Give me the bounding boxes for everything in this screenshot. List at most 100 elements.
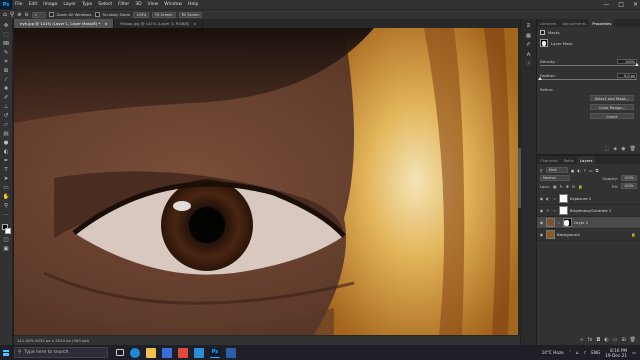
- density-field[interactable]: 100%: [617, 59, 637, 64]
- layer-mask-thumbnail[interactable]: [559, 194, 568, 203]
- background-color-swatch[interactable]: [4, 228, 11, 234]
- menu-file[interactable]: File: [12, 2, 26, 7]
- lasso-tool-icon[interactable]: ↂ: [2, 41, 10, 49]
- quick-select-tool-icon[interactable]: ✎: [2, 50, 10, 58]
- menu-edit[interactable]: Edit: [26, 2, 41, 7]
- brush-panel-icon[interactable]: ✐: [525, 42, 533, 50]
- fill-field[interactable]: 100%: [621, 183, 637, 189]
- density-slider-knob[interactable]: [635, 63, 639, 66]
- chain-link-icon[interactable]: ∞: [553, 208, 557, 213]
- layer-mask-thumbnail[interactable]: [540, 39, 548, 47]
- brush-tool-icon[interactable]: ✐: [2, 95, 10, 103]
- visibility-eye-icon[interactable]: ◉: [539, 196, 544, 201]
- chain-link-icon[interactable]: ∞: [553, 196, 557, 201]
- menu-filter[interactable]: Filter: [115, 2, 132, 7]
- tab-libraries[interactable]: Libraries: [537, 19, 559, 27]
- eyedropper-tool-icon[interactable]: ⁄: [2, 77, 10, 85]
- menu-image[interactable]: Image: [40, 2, 60, 7]
- menu-window[interactable]: Window: [161, 2, 185, 7]
- tab-channels[interactable]: Channels: [537, 156, 561, 164]
- marquee-tool-icon[interactable]: ⬚: [2, 32, 10, 40]
- home-icon[interactable]: ⌂: [3, 11, 7, 18]
- layer-row-background[interactable]: ◉ Background 🔒: [537, 229, 640, 241]
- layer-mask-thumbnail[interactable]: [559, 206, 568, 215]
- healing-brush-tool-icon[interactable]: ✚: [2, 86, 10, 94]
- lock-paint-icon[interactable]: ✎: [560, 184, 563, 189]
- tab-close-icon[interactable]: ×: [104, 21, 107, 26]
- visibility-eye-icon[interactable]: ◉: [539, 232, 544, 237]
- apply-mask-icon[interactable]: ◈: [613, 146, 617, 152]
- zoom-tool-icon[interactable]: ⚲: [10, 11, 14, 18]
- task-view-icon[interactable]: [116, 349, 124, 356]
- brush-size-field[interactable]: 2: [31, 11, 46, 18]
- scrubby-zoom-checkbox[interactable]: [94, 12, 100, 17]
- maximize-button[interactable]: □: [618, 1, 624, 8]
- visibility-eye-icon[interactable]: ◉: [539, 220, 544, 225]
- layer-mask-thumbnail[interactable]: [563, 218, 572, 227]
- menu-type[interactable]: Type: [79, 2, 95, 7]
- tray-overflow-icon[interactable]: ˄: [569, 350, 571, 355]
- document-canvas[interactable]: [14, 28, 518, 335]
- crop-tool-icon[interactable]: ⌗: [2, 59, 10, 67]
- zoom-all-windows-checkbox[interactable]: [48, 12, 54, 17]
- tab-second-document[interactable]: Mskop.jpg @ 141% (Layer 1, RGB/8) ×: [114, 19, 204, 28]
- delete-mask-icon[interactable]: 🗑: [630, 146, 636, 152]
- info-panel-icon[interactable]: ⓘ: [525, 61, 533, 69]
- taskbar-search[interactable]: ⚲ Type here to search: [14, 347, 108, 358]
- move-tool-icon[interactable]: ✥: [2, 23, 10, 31]
- color-swatches[interactable]: [1, 224, 12, 235]
- swatches-panel-icon[interactable]: ▦: [525, 33, 533, 41]
- type-tool-icon[interactable]: T: [2, 167, 10, 175]
- layer-row-exposure[interactable]: ◉ ◐ ∞ Exposure 1: [537, 193, 640, 205]
- layer-thumbnail[interactable]: [546, 230, 555, 239]
- menu-select[interactable]: Select: [95, 2, 115, 7]
- clock[interactable]: 8:16 PM 19-Dec-21: [605, 348, 627, 358]
- screen-mode-icon[interactable]: ▣: [2, 246, 10, 254]
- visibility-eye-icon[interactable]: ◉: [539, 208, 544, 213]
- layer-row-layer-1[interactable]: ◉ ∞ Layer 1: [537, 217, 640, 229]
- hand-tool-icon[interactable]: ✋: [2, 194, 10, 202]
- feather-slider-knob[interactable]: [538, 77, 542, 80]
- new-layer-icon[interactable]: ⊞: [621, 337, 625, 343]
- store-icon[interactable]: [162, 347, 172, 358]
- more-tools-icon[interactable]: ⋯: [2, 212, 10, 220]
- menu-view[interactable]: View: [145, 2, 162, 7]
- zoom-tool-panel-icon[interactable]: ⚲: [2, 203, 10, 211]
- menu-3d[interactable]: 3D: [132, 2, 144, 7]
- disable-mask-icon[interactable]: ◉: [621, 146, 625, 152]
- layer-thumbnail[interactable]: [546, 218, 555, 227]
- media-app-icon[interactable]: [178, 347, 188, 358]
- weather-widget[interactable]: 14°C Haze: [542, 350, 564, 355]
- pen-tool-icon[interactable]: ✒: [2, 158, 10, 166]
- tab-paths[interactable]: Paths: [561, 156, 577, 164]
- chain-link-icon[interactable]: ∞: [557, 220, 561, 225]
- minimize-button[interactable]: —: [603, 1, 609, 8]
- network-icon[interactable]: ⌂: [576, 350, 579, 355]
- filter-type-icon[interactable]: T: [584, 168, 586, 173]
- density-slider[interactable]: [540, 63, 639, 66]
- zoom-100-button[interactable]: 100%: [133, 11, 150, 18]
- lock-position-icon[interactable]: ✥: [566, 184, 569, 189]
- blend-mode-select[interactable]: Normal: [540, 175, 570, 181]
- eraser-tool-icon[interactable]: ▱: [2, 122, 10, 130]
- windows-app-icon[interactable]: [226, 347, 236, 358]
- fill-screen-button[interactable]: Fill Screen: [178, 11, 203, 18]
- feather-slider[interactable]: [538, 77, 637, 80]
- feather-field[interactable]: 0.0 px: [617, 73, 637, 78]
- start-button[interactable]: [0, 345, 12, 360]
- path-selection-tool-icon[interactable]: ➤: [2, 176, 10, 184]
- volume-icon[interactable]: ♪: [584, 350, 587, 355]
- delete-layer-icon[interactable]: 🗑: [630, 337, 636, 343]
- lock-all-icon[interactable]: 🔒: [578, 184, 583, 189]
- tab-close-icon[interactable]: ×: [193, 21, 196, 26]
- opacity-field[interactable]: 100%: [621, 175, 637, 181]
- load-selection-icon[interactable]: ⬚: [605, 146, 610, 152]
- history-panel-icon[interactable]: ⧖: [525, 23, 533, 31]
- tab-eye-document[interactable]: eye.jpg @ 141% (Layer 1, Layer Mask/8) *…: [14, 19, 115, 28]
- tab-layers[interactable]: Layers: [576, 156, 596, 164]
- gradient-tool-icon[interactable]: ▤: [2, 131, 10, 139]
- filter-smart-icon[interactable]: ⧉: [596, 168, 599, 173]
- link-layers-icon[interactable]: ∞: [579, 337, 583, 343]
- quick-mask-icon[interactable]: ◫: [2, 237, 10, 245]
- photos-app-icon[interactable]: [194, 347, 204, 358]
